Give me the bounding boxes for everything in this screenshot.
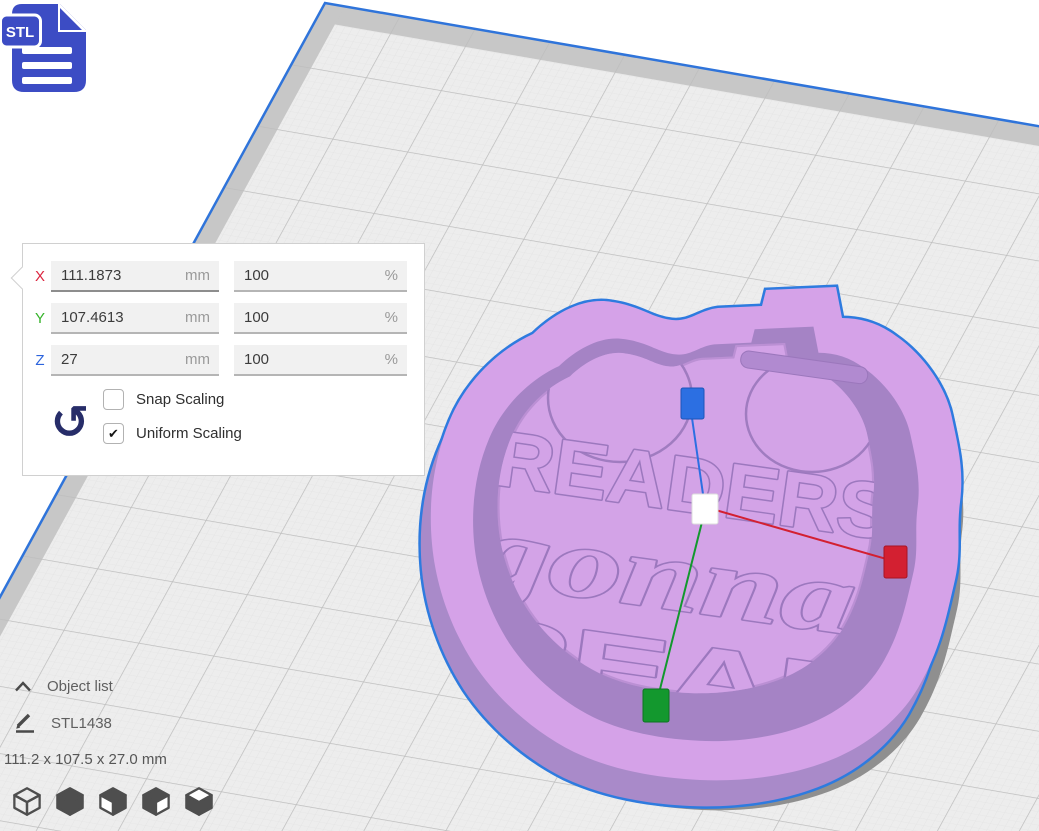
y-size-input[interactable] [51, 309, 219, 326]
view-3d-button[interactable] [12, 786, 42, 817]
scale-options: ↺ Snap Scaling ✔ Uniform Scaling [23, 387, 424, 457]
snap-scaling-label: Snap Scaling [136, 391, 224, 408]
pencil-edit-icon [14, 712, 36, 734]
y-size-field: mm [51, 303, 219, 334]
scale-checkboxes: Snap Scaling ✔ Uniform Scaling [103, 387, 242, 457]
scale-handle-center-white[interactable] [692, 494, 718, 524]
scale-tool-panel: X mm % Y mm % Z mm [22, 243, 425, 476]
cura-slicer-window: { "file_badge": { "label": "STL" }, "sca… [0, 0, 1039, 831]
scale-handle-x-red[interactable] [884, 546, 907, 578]
x-percent-field: % [234, 261, 407, 292]
scale-rows: X mm % Y mm % Z mm [23, 244, 424, 376]
reset-scale-icon: ↺ [51, 395, 90, 449]
scale-handle-y-green[interactable] [643, 689, 669, 722]
cube-solid-icon [57, 788, 82, 814]
snap-scaling-checkbox[interactable] [103, 389, 124, 410]
chevron-up-icon [14, 680, 32, 693]
object-list-toggle[interactable]: Object list [14, 678, 113, 695]
axis-label-z: Z [29, 352, 51, 369]
snap-scaling-row: Snap Scaling [103, 389, 242, 410]
scale-row-z: Z mm % [29, 345, 408, 376]
view-left-button[interactable] [141, 786, 171, 817]
uniform-scaling-checkbox[interactable]: ✔ [103, 423, 124, 444]
model-dimensions-readout: 111.2 x 107.5 x 27.0 mm [4, 751, 167, 768]
model-readers-gonna-read[interactable]: READERS gonna READ [421, 287, 961, 806]
x-percent-input[interactable] [234, 267, 407, 284]
object-name-row[interactable]: STL1438 [14, 712, 112, 734]
z-percent-input[interactable] [234, 351, 407, 368]
z-size-input[interactable] [51, 351, 219, 368]
view-right-button[interactable] [184, 786, 214, 817]
cube-wireframe-icon [14, 788, 39, 814]
z-size-field: mm [51, 345, 219, 376]
object-list-label: Object list [47, 678, 113, 695]
scale-handle-z-blue[interactable] [681, 388, 704, 419]
uniform-scaling-label: Uniform Scaling [136, 425, 242, 442]
uniform-scaling-row: ✔ Uniform Scaling [103, 423, 242, 444]
view-front-button[interactable] [55, 786, 85, 817]
stl-file-icon: STL [0, 0, 100, 105]
axis-label-y: Y [29, 310, 51, 327]
doc-line-3 [22, 77, 72, 84]
cube-right-face-icon [143, 788, 168, 814]
scale-row-y: Y mm % [29, 303, 408, 334]
y-percent-input[interactable] [234, 309, 407, 326]
scale-row-x: X mm % [29, 261, 408, 292]
x-size-input[interactable] [51, 267, 219, 284]
camera-view-bar [12, 786, 214, 817]
cube-top-face-icon [186, 788, 211, 814]
view-top-button[interactable] [98, 786, 128, 817]
x-size-field: mm [51, 261, 219, 292]
stl-badge-label: STL [6, 24, 34, 41]
object-name: STL1438 [51, 715, 112, 732]
reset-scale-button[interactable]: ↺ [37, 387, 103, 457]
y-percent-field: % [234, 303, 407, 334]
cube-left-face-icon [100, 788, 125, 814]
z-percent-field: % [234, 345, 407, 376]
doc-line-2 [22, 62, 72, 69]
